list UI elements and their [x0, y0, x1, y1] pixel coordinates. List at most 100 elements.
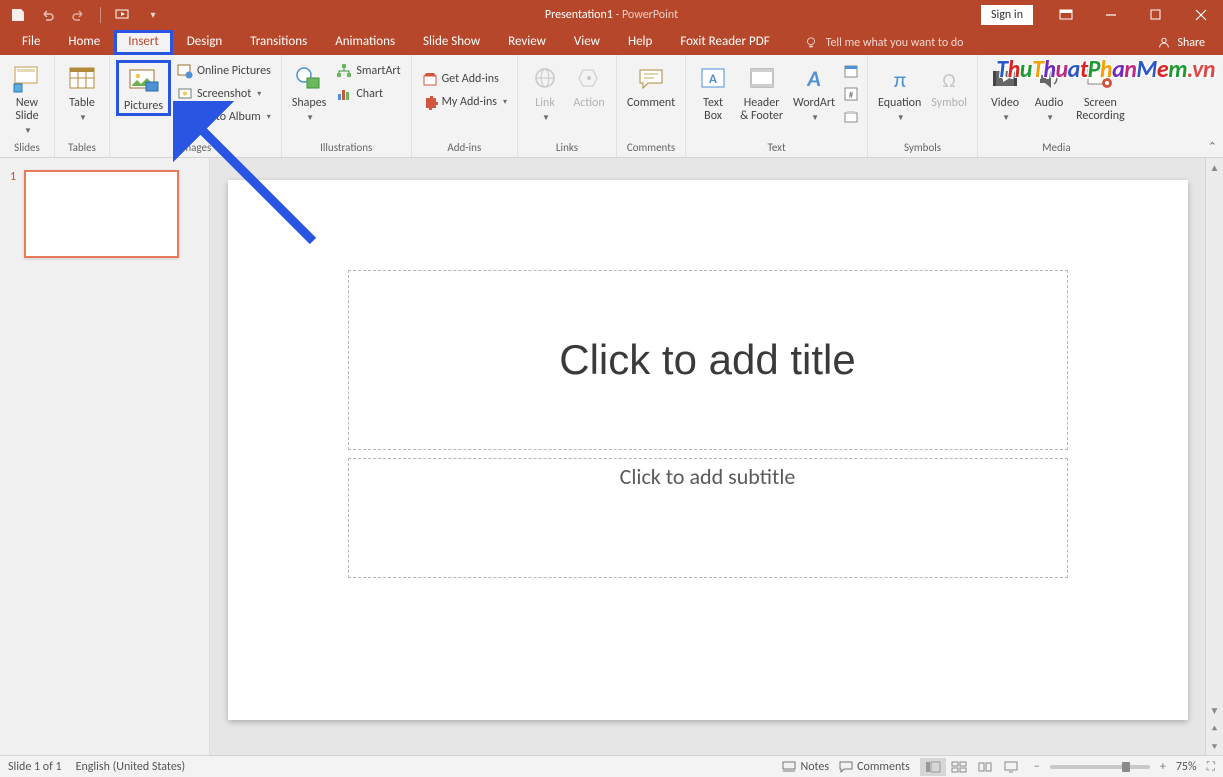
chevron-down-icon: ▼ [79, 112, 87, 125]
action-icon [573, 63, 605, 95]
pictures-highlight: Pictures [116, 60, 171, 116]
thumbnail-row[interactable]: 1 [10, 170, 199, 258]
qat-customize-icon[interactable]: ▾ [143, 5, 163, 25]
tell-me-search[interactable]: Tell me what you want to do [804, 36, 964, 55]
get-addins-button[interactable]: Get Add-ins [418, 68, 503, 90]
object-icon [843, 109, 859, 125]
slide-editor-area[interactable]: Click to add title Click to add subtitle [210, 158, 1205, 755]
prev-slide-icon[interactable]: ⯅ [1206, 719, 1223, 737]
normal-view-icon[interactable] [920, 758, 946, 776]
new-slide-button[interactable]: New Slide ▼ [6, 60, 48, 138]
slide-thumbnails-panel[interactable]: 1 [0, 158, 210, 755]
equation-icon: π [884, 63, 916, 95]
wordart-button[interactable]: A WordArt ▼ [789, 60, 839, 125]
scroll-down-icon[interactable]: ▼ [1206, 701, 1223, 719]
chevron-down-icon: ▼ [1046, 112, 1054, 125]
tab-animations[interactable]: Animations [321, 30, 409, 55]
chart-button[interactable]: Chart [332, 83, 387, 105]
quick-access-toolbar: ▾ [0, 0, 163, 29]
zoom-level[interactable]: 75% [1176, 760, 1197, 774]
scroll-up-icon[interactable]: ▲ [1206, 158, 1223, 176]
tab-view[interactable]: View [560, 30, 614, 55]
fit-to-window-icon[interactable]: ⛶ [1207, 760, 1215, 774]
tab-design[interactable]: Design [173, 30, 236, 55]
wordart-icon: A [798, 63, 830, 95]
lightbulb-icon [804, 36, 818, 50]
language-status[interactable]: English (United States) [76, 760, 186, 774]
sign-in-button[interactable]: Sign in [981, 5, 1033, 25]
save-icon[interactable] [8, 5, 28, 25]
chevron-down-icon: ▼ [24, 125, 32, 138]
chart-icon [336, 86, 352, 102]
ribbon-display-options-icon[interactable] [1043, 0, 1088, 29]
subtitle-placeholder[interactable]: Click to add subtitle [348, 458, 1068, 578]
tab-home[interactable]: Home [54, 30, 114, 55]
slideshow-from-beginning-icon[interactable] [113, 5, 133, 25]
table-button[interactable]: Table ▼ [61, 60, 103, 125]
date-time-button[interactable] [841, 60, 861, 82]
store-icon [422, 71, 438, 87]
zoom-in-button[interactable]: + [1160, 760, 1166, 774]
photo-album-button[interactable]: Photo Album▾ [173, 106, 275, 128]
tab-transitions[interactable]: Transitions [236, 30, 321, 55]
link-button[interactable]: Link ▼ [524, 60, 566, 125]
screenshot-button[interactable]: Screenshot▾ [173, 83, 265, 105]
pictures-button[interactable]: Pictures [120, 63, 167, 113]
zoom-slider[interactable] [1050, 765, 1150, 769]
slide-number-button[interactable]: # [841, 83, 861, 105]
collapse-ribbon-icon[interactable]: ⌃ [1208, 140, 1217, 153]
reading-view-icon[interactable] [972, 758, 998, 776]
share-button[interactable]: Share [1157, 36, 1205, 55]
chevron-down-icon: ▼ [811, 112, 819, 125]
slide-sorter-icon[interactable] [946, 758, 972, 776]
slide-canvas[interactable]: Click to add title Click to add subtitle [228, 180, 1188, 720]
equation-button[interactable]: π Equation ▼ [874, 60, 925, 125]
chevron-down-icon: ▼ [1002, 112, 1010, 125]
smartart-icon [336, 63, 352, 79]
slide-thumbnail[interactable] [24, 170, 179, 258]
slideshow-view-icon[interactable] [998, 758, 1024, 776]
tab-slideshow[interactable]: Slide Show [409, 30, 494, 55]
text-box-button[interactable]: A Text Box [692, 60, 734, 123]
close-icon[interactable] [1178, 0, 1223, 29]
redo-icon[interactable] [68, 5, 88, 25]
tab-file[interactable]: File [8, 30, 54, 55]
symbol-button[interactable]: Ω Symbol [927, 60, 971, 110]
group-illustrations: Shapes ▼ SmartArt Chart Illustrations [282, 55, 412, 157]
maximize-icon[interactable] [1133, 0, 1178, 29]
link-icon [529, 63, 561, 95]
group-slides: New Slide ▼ Slides [0, 55, 55, 157]
share-icon [1157, 36, 1171, 50]
action-button[interactable]: Action [568, 60, 610, 110]
view-buttons [920, 758, 1024, 776]
shapes-button[interactable]: Shapes ▼ [288, 60, 331, 125]
thumbnail-number: 1 [10, 170, 16, 184]
online-pictures-button[interactable]: Online Pictures [173, 60, 275, 82]
zoom-thumb[interactable] [1122, 762, 1130, 772]
date-icon [843, 63, 859, 79]
tab-foxit[interactable]: Foxit Reader PDF [666, 30, 783, 55]
header-footer-button[interactable]: Header & Footer [736, 60, 787, 123]
status-bar: Slide 1 of 1 English (United States) Not… [0, 755, 1223, 777]
qat-separator [100, 7, 101, 23]
minimize-icon[interactable] [1088, 0, 1133, 29]
my-addins-button[interactable]: My Add-ins▾ [418, 91, 511, 113]
notes-button[interactable]: Notes [782, 760, 829, 774]
zoom-out-button[interactable]: − [1034, 760, 1040, 774]
vertical-scrollbar[interactable]: ▲ ▼ ⯅ ⯆ [1205, 158, 1223, 755]
comment-button[interactable]: Comment [623, 60, 679, 110]
undo-icon[interactable] [38, 5, 58, 25]
svg-text:Ω: Ω [943, 69, 956, 93]
tab-review[interactable]: Review [494, 30, 560, 55]
next-slide-icon[interactable]: ⯆ [1206, 737, 1223, 755]
object-button[interactable] [841, 106, 861, 128]
title-placeholder[interactable]: Click to add title [348, 270, 1068, 450]
comments-button[interactable]: Comments [839, 760, 910, 774]
slide-counter[interactable]: Slide 1 of 1 [8, 760, 62, 774]
tab-help[interactable]: Help [614, 30, 666, 55]
symbol-icon: Ω [933, 63, 965, 95]
shapes-icon [293, 63, 325, 95]
tab-insert[interactable]: Insert [114, 30, 173, 55]
smartart-button[interactable]: SmartArt [332, 60, 404, 82]
group-symbols: π Equation ▼ Ω Symbol Symbols [868, 55, 978, 157]
